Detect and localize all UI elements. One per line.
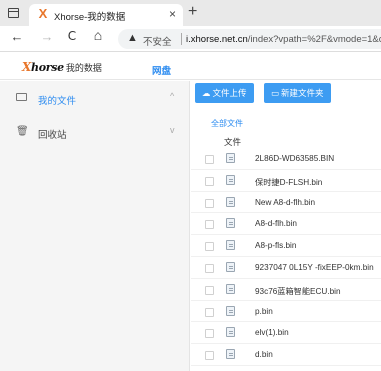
cloud-upload-icon: ☁ — [202, 88, 211, 98]
table-row[interactable]: 2L86D-WD63585.BIN — [191, 148, 381, 170]
url-path: /index?vpath=%2F&vmode=1&code — [247, 34, 381, 45]
table-row[interactable]: 93c76蓝箱智能ECU.bin — [191, 279, 381, 301]
file-name[interactable]: 2L86D-WD63585.BIN — [255, 154, 334, 163]
file-name[interactable]: elv(1).bin — [255, 328, 289, 337]
new-folder-icon: ▭ — [271, 88, 280, 98]
url-host: i.xhorse.net.cn — [186, 34, 248, 45]
file-icon — [226, 261, 235, 272]
address-divider — [181, 33, 182, 45]
new-folder-label: 新建文件夹 — [281, 88, 324, 98]
back-icon[interactable]: ← — [8, 29, 26, 44]
file-name[interactable]: A8-p-fls.bin — [255, 241, 296, 250]
column-header-file: 文件 — [224, 137, 242, 147]
logo-x-mark: X — [22, 60, 32, 74]
file-list-panel: ☁ 文件上传 ▭ 新建文件夹 全部文件 文件 2L86D-WD63585.BIN 保时… — [191, 81, 381, 371]
table-row[interactable]: A8-p-fls.bin — [191, 235, 381, 257]
logo-subtitle: 我的数据 — [65, 63, 102, 73]
row-checkbox[interactable] — [205, 176, 214, 186]
breadcrumb-all-files[interactable]: 全部文件 — [211, 118, 243, 129]
sidebar-item-recycle-bin[interactable]: 🗑 回收站 v — [0, 115, 190, 149]
trash-icon: 🗑 — [16, 126, 29, 137]
row-checkbox[interactable] — [205, 155, 214, 164]
app-header: Xhorse 我的数据 网盘 — [0, 52, 381, 80]
sidebar-item-label: 我的文件 — [38, 96, 77, 107]
nav-netdisk[interactable]: 网盘 — [152, 63, 171, 77]
sidebar: 我的文件 ^ 🗑 回收站 v — [0, 81, 190, 371]
row-checkbox[interactable] — [205, 263, 214, 273]
table-row[interactable]: 保时捷D-FLSH.bin — [191, 170, 381, 192]
file-name[interactable]: 9237047 0L15Y -fixEEP-0km.bin — [255, 263, 374, 272]
table-row[interactable]: A8-d-flh.bin — [191, 213, 381, 236]
row-checkbox[interactable] — [205, 351, 214, 361]
browser-tab[interactable]: X Xhorse-我的数据 × — [29, 4, 183, 26]
browser-toolbar: ← → C ⌂ ▲ 不安全 i.xhorse.net.cn/index?vpat… — [0, 26, 381, 52]
file-icon — [226, 240, 235, 251]
close-tab-icon[interactable]: × — [169, 7, 176, 21]
file-icon — [226, 196, 235, 207]
xhorse-logo[interactable]: Xhorse 我的数据 — [22, 60, 102, 74]
file-name[interactable]: d.bin — [255, 350, 273, 359]
xhorse-favicon-icon: X — [38, 6, 48, 21]
address-bar[interactable]: ▲ 不安全 i.xhorse.net.cn/index?vpath=%2F&vm… — [118, 29, 381, 49]
table-row[interactable]: p.bin — [191, 301, 381, 323]
table-row[interactable]: elv(1).bin — [191, 322, 381, 345]
row-checkbox[interactable] — [205, 220, 214, 230]
file-icon — [226, 305, 235, 316]
sidebar-item-label: 回收站 — [38, 130, 67, 141]
file-name[interactable]: 93c76蓝箱智能ECU.bin — [255, 285, 341, 297]
sidebar-item-my-files[interactable]: 我的文件 ^ — [0, 81, 190, 115]
table-row[interactable]: 9237047 0L15Y -fixEEP-0km.bin — [191, 257, 381, 279]
table-row[interactable]: New A8-d-flh.bin — [191, 192, 381, 214]
file-icon — [226, 153, 235, 163]
upload-file-label: 文件上传 — [212, 88, 247, 98]
new-folder-button[interactable]: ▭ 新建文件夹 — [264, 83, 331, 103]
browser-tabstrip: X Xhorse-我的数据 × + — [0, 0, 381, 26]
url-text[interactable]: i.xhorse.net.cn/index?vpath=%2F&vmode=1&… — [186, 34, 381, 45]
file-name[interactable]: New A8-d-flh.bin — [255, 198, 315, 207]
file-name[interactable]: A8-d-flh.bin — [255, 219, 297, 228]
logo-wordmark: horse — [31, 61, 64, 74]
home-icon[interactable]: ⌂ — [89, 27, 107, 43]
file-icon — [226, 283, 235, 294]
reload-icon[interactable]: C — [63, 29, 81, 43]
chevron-down-icon: v — [170, 125, 175, 135]
file-icon — [226, 218, 235, 229]
file-list: 2L86D-WD63585.BIN 保时捷D-FLSH.bin New A8-d-f… — [191, 148, 381, 366]
folder-icon — [16, 92, 27, 103]
upload-file-button[interactable]: ☁ 文件上传 — [195, 83, 254, 103]
row-checkbox[interactable] — [205, 329, 214, 339]
insecure-label: 不安全 — [143, 37, 172, 48]
row-checkbox[interactable] — [205, 285, 214, 295]
file-name[interactable]: p.bin — [255, 307, 273, 316]
chevron-up-icon: ^ — [170, 91, 175, 101]
row-checkbox[interactable] — [205, 242, 214, 252]
table-row[interactable]: d.bin — [191, 344, 381, 366]
tab-title: Xhorse-我的数据 — [54, 12, 126, 23]
row-checkbox[interactable] — [205, 307, 214, 317]
warning-icon[interactable]: ▲ — [127, 32, 138, 44]
file-icon — [226, 174, 235, 185]
file-name[interactable]: 保时捷D-FLSH.bin — [255, 176, 322, 188]
file-icon — [226, 327, 235, 338]
window-menu-icon[interactable] — [8, 8, 19, 18]
forward-icon[interactable]: → — [38, 29, 56, 44]
file-icon — [226, 349, 235, 360]
new-tab-icon[interactable]: + — [188, 3, 197, 21]
row-checkbox[interactable] — [205, 198, 214, 208]
